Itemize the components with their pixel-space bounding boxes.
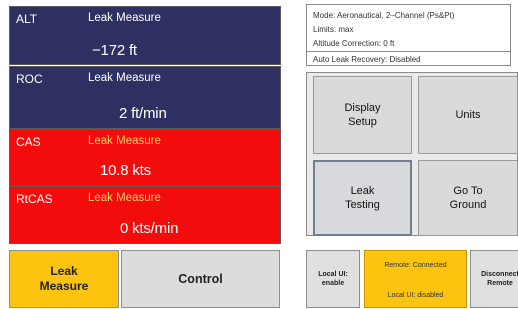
mode-status: Mode: Aeronautical, 2–Channel (Ps&Pt) bbox=[313, 11, 455, 20]
disconnect-remote-label: Disconnect Remote bbox=[481, 271, 518, 287]
remote-connected-text: Remote: Connected bbox=[384, 262, 447, 269]
cas-panel[interactable]: CAS Leak Measure 10.8 kts bbox=[9, 129, 281, 186]
alt-value: −172 ft bbox=[92, 42, 137, 59]
leak-testing-button[interactable]: Leak Testing bbox=[313, 160, 412, 236]
leak-measure-button-label: Leak Measure bbox=[39, 264, 89, 293]
status-panel: Mode: Aeronautical, 2–Channel (Ps&Pt) Li… bbox=[306, 4, 511, 66]
leak-testing-label: Leak Testing bbox=[345, 185, 380, 211]
go-to-ground-label: Go To Ground bbox=[449, 185, 487, 211]
rtcas-value: 0 kts/min bbox=[120, 220, 179, 237]
status-divider bbox=[307, 51, 510, 52]
units-button[interactable]: Units bbox=[418, 76, 518, 154]
cas-label: CAS bbox=[16, 135, 41, 149]
limits-status: Limits: max bbox=[313, 25, 354, 34]
alt-mode-label: Leak Measure bbox=[88, 12, 161, 24]
cas-value: 10.8 kts bbox=[100, 162, 151, 179]
roc-panel[interactable]: ROC Leak Measure 2 ft/min bbox=[9, 66, 281, 129]
alt-label: ALT bbox=[16, 12, 38, 26]
local-ui-enable-label: Local UI: enable bbox=[318, 271, 348, 287]
control-button[interactable]: Control bbox=[121, 250, 280, 308]
display-setup-label: Display Setup bbox=[344, 102, 381, 128]
rtcas-panel[interactable]: RtCAS Leak Measure 0 kts/min bbox=[9, 186, 281, 244]
roc-value: 2 ft/min bbox=[119, 105, 167, 122]
control-button-label: Control bbox=[178, 272, 223, 286]
roc-mode-label: Leak Measure bbox=[88, 72, 161, 84]
remote-status-indicator: Remote: Connected Local UI: disabled bbox=[364, 250, 467, 308]
alt-panel[interactable]: ALT Leak Measure −172 ft bbox=[9, 6, 281, 65]
disconnect-remote-button[interactable]: Disconnect Remote bbox=[470, 250, 518, 308]
roc-label: ROC bbox=[16, 72, 43, 86]
cas-mode-label: Leak Measure bbox=[88, 135, 161, 147]
go-to-ground-button[interactable]: Go To Ground bbox=[418, 160, 518, 236]
local-ui-enable-button[interactable]: Local UI: enable bbox=[306, 250, 360, 308]
rtcas-mode-label: Leak Measure bbox=[88, 192, 161, 204]
units-label: Units bbox=[455, 109, 481, 121]
leak-measure-button[interactable]: Leak Measure bbox=[9, 250, 119, 308]
local-ui-disabled-text: Local UI: disabled bbox=[387, 292, 444, 299]
altitude-correction-status: Altitude Correction: 0 ft bbox=[313, 39, 395, 48]
auto-leak-recovery-status: Auto Leak Recovery: Disabled bbox=[313, 55, 421, 64]
display-setup-button[interactable]: Display Setup bbox=[313, 76, 412, 154]
rtcas-label: RtCAS bbox=[16, 192, 53, 206]
